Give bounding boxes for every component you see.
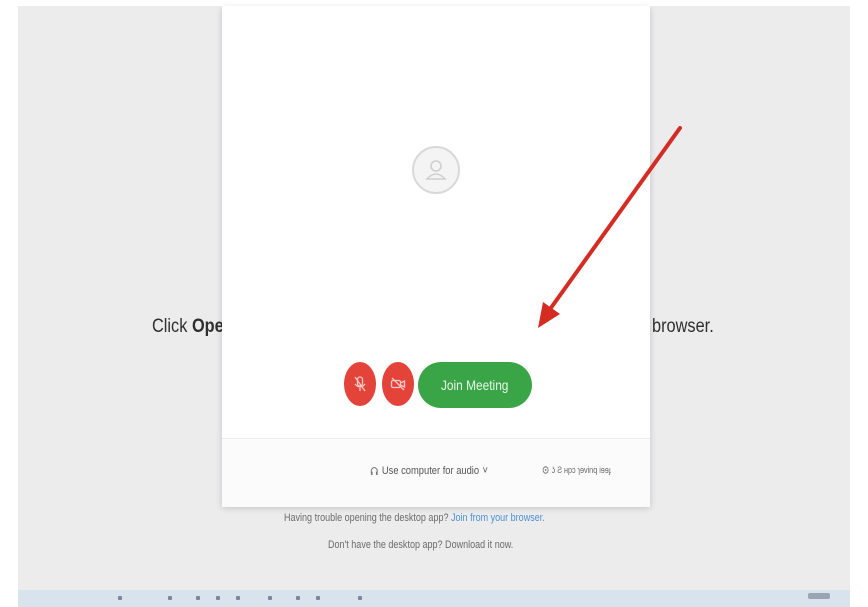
taskbar-icon[interactable] [236, 596, 240, 600]
mute-microphone-button[interactable] [344, 362, 376, 406]
meeting-controls: Join Meeting [344, 356, 544, 412]
user-icon-glyph [425, 160, 447, 180]
taskbar [18, 590, 850, 607]
audio-option-label: Use computer for audio [381, 465, 480, 477]
instruction-text-left: Click Ope [152, 316, 224, 338]
trouble-question: Having trouble opening the desktop app? [284, 512, 449, 524]
footer-right-label: ʖ Ƨ ʜpɔ ɿɘvinq iɘɘɟ [551, 465, 611, 475]
video-off-icon [390, 377, 406, 391]
taskbar-icon[interactable] [316, 596, 320, 600]
join-meeting-label: Join Meeting [441, 377, 509, 393]
chevron-down-icon: ˅ [482, 465, 488, 477]
instruction-prefix: Click [152, 316, 192, 337]
instruction-text-right: browser. [652, 316, 714, 337]
join-from-browser-link[interactable]: Join from your browser. [451, 512, 545, 524]
download-text: Don't have the desktop app? Download it … [328, 539, 514, 551]
taskbar-icon[interactable] [268, 596, 272, 600]
dialog-footer: Use computer for audio ˅ ʖ Ƨ ʜpɔ ɿɘvinq … [222, 438, 650, 507]
taskbar-icon[interactable] [168, 596, 172, 600]
trouble-text: Having trouble opening the desktop app? … [284, 512, 545, 524]
audio-option[interactable]: Use computer for audio ˅ [370, 465, 488, 477]
taskbar-clock [808, 593, 830, 599]
join-meeting-button[interactable]: Join Meeting [418, 362, 532, 408]
settings-icon [542, 466, 549, 474]
taskbar-icon[interactable] [216, 596, 220, 600]
microphone-off-icon [354, 376, 366, 392]
footer-right-option[interactable]: ʖ Ƨ ʜpɔ ɿɘvinq iɘɘɟ [542, 465, 611, 475]
taskbar-icon[interactable] [196, 596, 200, 600]
join-meeting-dialog: Join Meeting Use computer for audio ˅ ʖ … [222, 6, 650, 507]
stop-video-button[interactable] [382, 362, 414, 406]
user-icon [412, 146, 460, 194]
headset-icon [370, 466, 378, 475]
taskbar-icon[interactable] [118, 596, 122, 600]
taskbar-icon[interactable] [358, 596, 362, 600]
instruction-bold: Ope [191, 316, 224, 337]
taskbar-icon[interactable] [296, 596, 300, 600]
